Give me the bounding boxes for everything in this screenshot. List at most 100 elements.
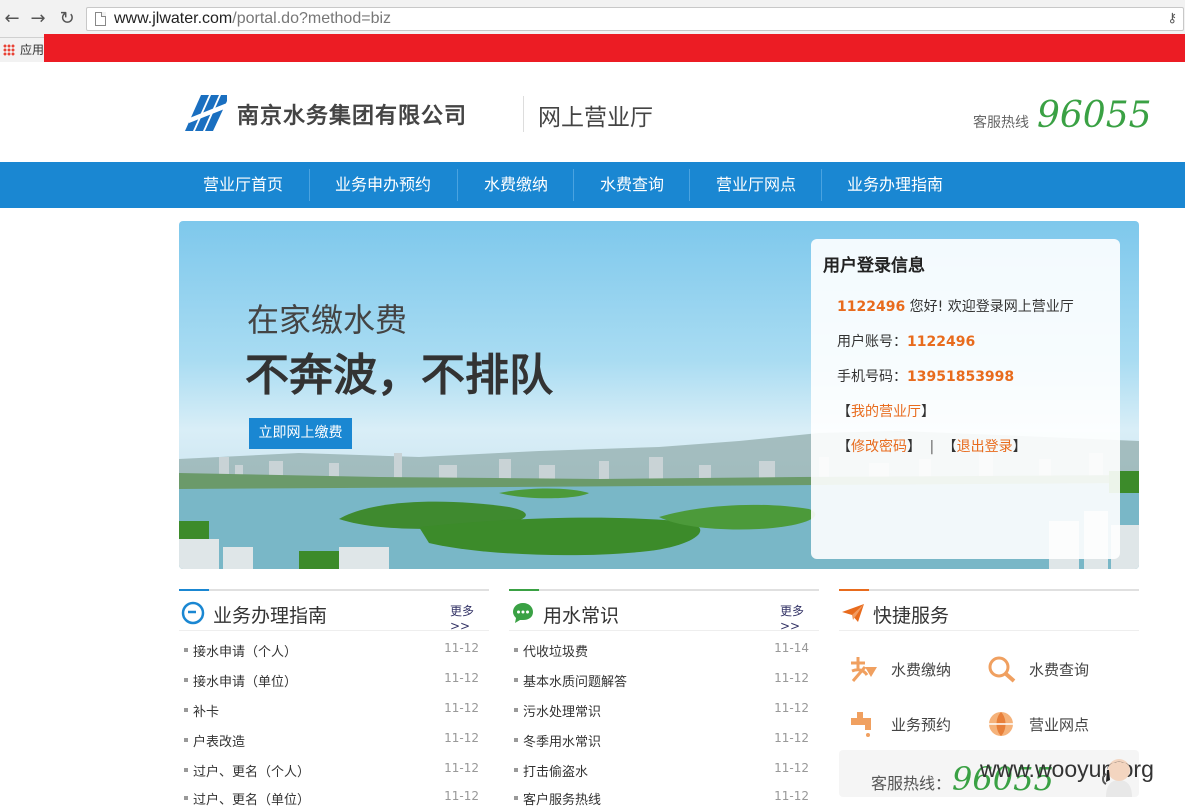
- url-path: /portal.do?method=biz: [232, 10, 392, 27]
- list-item[interactable]: 冬季用水常识 11-12: [509, 731, 809, 751]
- quick-services-header: 快捷服务: [839, 589, 1139, 631]
- forward-arrow-icon[interactable]: →: [28, 9, 48, 29]
- list-item-date: 11-12: [774, 701, 809, 715]
- list-item-date: 11-12: [774, 789, 809, 803]
- list-item-title[interactable]: 户表改造: [193, 731, 245, 750]
- list-item[interactable]: 基本水质问题解答 11-12: [509, 671, 809, 691]
- list-item[interactable]: 客户服务热线 11-12: [509, 789, 809, 809]
- quick-item-payment[interactable]: 水费缴纳: [849, 655, 979, 683]
- list-bullet: [184, 648, 188, 652]
- nav-separator: [309, 169, 310, 201]
- nav-item-guide[interactable]: 业务办理指南: [834, 162, 956, 208]
- list-item-date: 11-12: [774, 671, 809, 685]
- nav-item-payment[interactable]: 水费缴纳: [470, 162, 562, 208]
- quick-item-label: 营业网点: [1029, 716, 1090, 734]
- apps-grid-icon[interactable]: [3, 44, 15, 56]
- bracket-open: 【: [942, 439, 957, 455]
- outlet-icon: [989, 712, 1013, 736]
- nav-separator: [573, 169, 574, 201]
- nav-item-home[interactable]: 营业厅首页: [190, 162, 296, 208]
- list-item[interactable]: 户表改造 11-12: [179, 731, 479, 751]
- list-item-date: 11-12: [444, 789, 479, 803]
- list-item[interactable]: 接水申请（个人） 11-12: [179, 641, 479, 661]
- guide-accent: [179, 589, 209, 591]
- list-bullet: [514, 738, 518, 742]
- list-item[interactable]: 代收垃圾费 11-14: [509, 641, 809, 661]
- list-item-title[interactable]: 客户服务热线: [523, 789, 601, 808]
- address-bar[interactable]: www.jlwater.com/portal.do?method=biz ⚷: [86, 7, 1184, 31]
- list-item-title[interactable]: 过户、更名（个人）: [193, 761, 310, 780]
- knowledge-header: 用水常识 更多>>: [509, 589, 819, 633]
- list-item[interactable]: 打击偷盗水 11-12: [509, 761, 809, 781]
- list-item-title[interactable]: 打击偷盗水: [523, 761, 588, 780]
- avatar: [1102, 759, 1132, 797]
- list-bullet: [184, 738, 188, 742]
- header-divider: [523, 96, 524, 132]
- login-info-panel: 用户登录信息 1122496 您好! 欢迎登录网上营业厅 用户账号：112249…: [811, 239, 1120, 559]
- red-banner-strip: [44, 34, 1185, 62]
- bracket-open: 【: [837, 404, 851, 420]
- list-bullet: [184, 768, 188, 772]
- phone-label: 手机号码：: [837, 369, 907, 385]
- bracket-close: 】: [921, 404, 935, 420]
- quick-item-outlets[interactable]: 营业网点: [987, 710, 1117, 738]
- list-item[interactable]: 过户、更名（单位） 11-12: [179, 789, 479, 809]
- guide-more-link[interactable]: 更多>>: [450, 602, 489, 633]
- guide-header: 业务办理指南 更多>>: [179, 589, 489, 633]
- list-item-title[interactable]: 基本水质问题解答: [523, 671, 627, 690]
- nav-item-query[interactable]: 水费查询: [586, 162, 678, 208]
- main-nav: 营业厅首页 业务申办预约 水费缴纳 水费查询 营业厅网点 业务办理指南: [0, 162, 1185, 208]
- list-item[interactable]: 补卡 11-12: [179, 701, 479, 721]
- company-name[interactable]: 南京水务集团有限公司: [237, 98, 467, 130]
- list-item-title[interactable]: 冬季用水常识: [523, 731, 601, 750]
- site-header: 南京水务集团有限公司 网上营业厅 客服热线 96055: [0, 62, 1185, 162]
- quick-item-query[interactable]: 水费查询: [987, 655, 1117, 683]
- change-password-link[interactable]: 修改密码: [851, 439, 907, 455]
- account-label: 用户账号：: [837, 334, 907, 350]
- reload-icon[interactable]: ↻: [57, 9, 77, 29]
- company-logo-icon[interactable]: [183, 93, 227, 133]
- list-item[interactable]: 接水申请（单位） 11-12: [179, 671, 479, 691]
- list-item-date: 11-12: [444, 731, 479, 745]
- bracket-open: 【: [837, 439, 851, 455]
- quick-accent: [839, 589, 869, 591]
- account-line: 用户账号：1122496: [837, 331, 975, 351]
- list-item-title[interactable]: 代收垃圾费: [523, 641, 588, 660]
- banner-headline: 不奔波，不排队: [245, 350, 553, 401]
- chat-bubble-icon: [513, 603, 533, 623]
- page-icon: [95, 12, 106, 26]
- phone-value: 13951853998: [907, 369, 1015, 385]
- faucet-icon: [851, 712, 871, 737]
- list-item[interactable]: 污水处理常识 11-12: [509, 701, 809, 721]
- list-item-date: 11-14: [774, 641, 809, 655]
- bookmark-apps[interactable]: 应用: [20, 41, 44, 58]
- list-item-date: 11-12: [774, 731, 809, 745]
- my-hall-link[interactable]: 我的营业厅: [851, 404, 921, 420]
- list-bullet: [514, 648, 518, 652]
- guide-title: 业务办理指南: [213, 605, 328, 627]
- list-item-title[interactable]: 补卡: [193, 701, 219, 720]
- pay-online-button[interactable]: 立即网上缴费: [249, 418, 352, 449]
- list-item-title[interactable]: 接水申请（个人）: [193, 641, 297, 660]
- quick-item-label: 业务预约: [891, 716, 952, 734]
- quick-item-appointment[interactable]: 业务预约: [849, 710, 979, 738]
- welcome-line: 1122496 您好! 欢迎登录网上营业厅: [837, 296, 1074, 316]
- nav-item-appointment[interactable]: 业务申办预约: [322, 162, 444, 208]
- list-item-title[interactable]: 污水处理常识: [523, 701, 601, 720]
- knowledge-accent: [509, 589, 539, 591]
- knowledge-title: 用水常识: [543, 605, 620, 627]
- list-item[interactable]: 过户、更名（个人） 11-12: [179, 761, 479, 781]
- knowledge-section: 用水常识 更多>> 代收垃圾费 11-14 基本水质问题解答 11-12 污水处理常…: [509, 589, 819, 808]
- phone-line: 手机号码：13951853998: [837, 366, 1014, 386]
- list-item-date: 11-12: [444, 701, 479, 715]
- quick-item-label: 水费查询: [1029, 661, 1090, 679]
- quick-item-label: 水费缴纳: [891, 661, 952, 679]
- list-item-title[interactable]: 过户、更名（单位）: [193, 789, 310, 808]
- nav-item-outlets[interactable]: 营业厅网点: [702, 162, 810, 208]
- key-icon[interactable]: ⚷: [1167, 11, 1177, 26]
- list-item-title[interactable]: 接水申请（单位）: [193, 671, 297, 690]
- knowledge-more-link[interactable]: 更多>>: [780, 602, 819, 633]
- logout-link[interactable]: 退出登录: [957, 439, 1013, 455]
- back-arrow-icon[interactable]: ←: [2, 9, 22, 29]
- link-separator: |: [929, 439, 935, 455]
